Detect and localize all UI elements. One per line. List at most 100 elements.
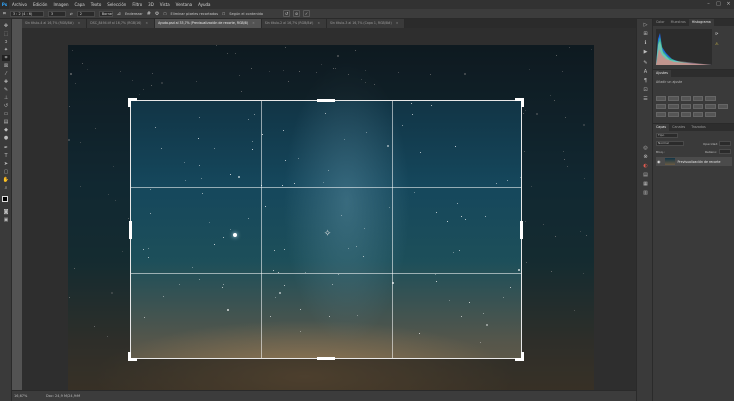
pen-icon[interactable]: ✒ xyxy=(2,145,10,151)
height-field[interactable]: 2 xyxy=(76,10,95,17)
libraries-icon[interactable]: ☰ xyxy=(641,95,650,103)
lasso-icon[interactable]: ↄ xyxy=(2,39,10,45)
invert-icon[interactable] xyxy=(656,112,667,117)
menu-imagen[interactable]: Imagen xyxy=(50,0,71,9)
magic-wand-icon[interactable]: ✦ xyxy=(2,47,10,53)
commit-icon[interactable]: ✓ xyxy=(303,10,310,17)
zoom-icon[interactable]: ⌕ xyxy=(2,185,10,191)
path-select-icon[interactable]: ➤ xyxy=(2,161,10,167)
crop-handle-top-right[interactable] xyxy=(515,98,524,107)
tab-capas[interactable]: Capas xyxy=(653,124,670,131)
reset-icon[interactable]: ↺ xyxy=(283,10,290,17)
close-window-button[interactable]: × xyxy=(724,0,733,9)
hand-icon[interactable]: ✋ xyxy=(2,177,10,183)
menu-capa[interactable]: Capa xyxy=(72,0,88,9)
menu-texto[interactable]: Texto xyxy=(88,0,105,9)
tab-canales[interactable]: Canales xyxy=(669,124,688,131)
rectangle-icon[interactable]: ▢ xyxy=(2,169,10,175)
document-canvas[interactable]: ✧ xyxy=(68,45,594,394)
crop-handle-bottom-right[interactable] xyxy=(515,352,524,361)
crop-icon[interactable]: ⌗ xyxy=(3,11,6,17)
stamp-icon[interactable]: ⊥ xyxy=(2,95,10,101)
adjustments-icon[interactable]: ◐ xyxy=(641,162,650,170)
zoom-level[interactable]: 16,67% xyxy=(14,394,27,398)
grid-overlay-icon[interactable]: # xyxy=(147,11,151,17)
crop-handle-bottom-left[interactable] xyxy=(128,352,137,361)
character-icon[interactable]: A xyxy=(641,68,650,76)
tab-dsc-8494[interactable]: DSC_8494.tif al 16,7% (RGB/16) × xyxy=(87,19,156,28)
photo-filter-icon[interactable] xyxy=(692,104,704,109)
black-white-icon[interactable] xyxy=(680,104,691,109)
gear-icon[interactable]: ⚙ xyxy=(155,11,159,17)
vibrance-icon[interactable] xyxy=(705,96,716,101)
chevron-right-icon[interactable]: › xyxy=(76,393,78,398)
tab-sin-titulo-3[interactable]: Sin título-3 al 16,7% (Capa 1, RGB/8#) × xyxy=(326,19,406,28)
menu-archivo[interactable]: Archivo xyxy=(9,0,30,9)
close-tab-icon[interactable]: × xyxy=(252,21,255,25)
brush-settings-icon[interactable]: ✎ xyxy=(641,59,650,67)
channel-mixer-icon[interactable] xyxy=(705,104,716,109)
marquee-icon[interactable]: ⬚ xyxy=(2,31,10,37)
layer-filter-select[interactable]: Tipo xyxy=(656,133,678,138)
fill-field[interactable] xyxy=(719,149,731,154)
dodge-icon[interactable]: ● xyxy=(2,135,10,141)
paths-icon[interactable]: ⊗ xyxy=(641,153,650,161)
paragraph-icon[interactable]: ¶ xyxy=(641,77,650,85)
tab-histograma[interactable]: Histograma xyxy=(688,19,714,26)
blur-icon[interactable]: ◆ xyxy=(2,127,10,133)
glyphs-icon[interactable]: ⊡ xyxy=(641,86,650,94)
content-aware-checkbox[interactable]: ☐ xyxy=(222,12,225,16)
gradient-icon[interactable]: ▤ xyxy=(2,119,10,125)
healing-icon[interactable]: ✚ xyxy=(2,79,10,85)
tab-ayuda-psd[interactable]: Ayuda.psd al 33,7% (Previsualización de … xyxy=(155,19,262,28)
layer-row[interactable]: ◉ Previsualización de recorte xyxy=(656,157,732,166)
selective-color-icon[interactable] xyxy=(705,112,716,117)
actions-icon[interactable]: ▶ xyxy=(641,48,650,56)
properties-icon[interactable]: ⊞ xyxy=(641,30,650,38)
threshold-icon[interactable] xyxy=(680,112,691,117)
crop-handle-top-left[interactable] xyxy=(128,98,137,107)
menu-seleccion[interactable]: Selección xyxy=(104,0,129,9)
refresh-icon[interactable]: ⟳ xyxy=(715,31,718,36)
color-lookup-icon[interactable] xyxy=(717,104,728,109)
tab-sin-titulo-2[interactable]: Sin título-2 al 16,7% (RGB/8#) × xyxy=(261,19,327,28)
type-icon[interactable]: T xyxy=(2,153,10,159)
menu-3d[interactable]: 3D xyxy=(145,0,157,9)
crop-box[interactable]: ✧ xyxy=(128,98,524,361)
opacity-field[interactable] xyxy=(719,141,731,146)
foreground-color-swatch[interactable] xyxy=(2,196,8,202)
canvas-area[interactable]: ✧ xyxy=(22,28,636,394)
crop-handle-left[interactable] xyxy=(129,221,132,239)
gradients-icon[interactable]: ▥ xyxy=(641,189,650,197)
menu-ventana[interactable]: Ventana xyxy=(173,0,195,9)
hue-saturation-icon[interactable] xyxy=(656,104,667,109)
eyedropper-icon[interactable]: ⁄ xyxy=(2,71,10,77)
levels-icon[interactable] xyxy=(668,96,679,101)
curves-icon[interactable] xyxy=(680,96,691,101)
clear-button[interactable]: Borrar xyxy=(98,10,113,17)
history-brush-icon[interactable]: ↺ xyxy=(2,103,10,109)
color-balance-icon[interactable] xyxy=(668,104,679,109)
frame-icon[interactable]: ⊠ xyxy=(2,63,10,69)
brightness-icon[interactable] xyxy=(656,96,667,101)
blend-mode-select[interactable]: Normal xyxy=(656,141,684,146)
posterize-icon[interactable] xyxy=(668,112,679,117)
close-tab-icon[interactable]: × xyxy=(78,21,81,25)
crop-handle-top[interactable] xyxy=(317,99,335,102)
menu-ayuda[interactable]: Ayuda xyxy=(195,0,213,9)
eraser-icon[interactable]: ▭ xyxy=(2,111,10,117)
styles-icon[interactable]: ▤ xyxy=(641,171,650,179)
cancel-icon[interactable]: ⊘ xyxy=(293,10,300,17)
gradient-map-icon[interactable] xyxy=(692,112,704,117)
crop-handle-bottom[interactable] xyxy=(317,357,335,360)
close-tab-icon[interactable]: × xyxy=(145,21,148,25)
tab-trazados[interactable]: Trazados xyxy=(688,124,708,131)
maximize-button[interactable]: □ xyxy=(714,0,723,9)
crop-icon[interactable]: ⌗ xyxy=(2,55,10,61)
menu-filtro[interactable]: Filtro xyxy=(129,0,145,9)
menu-edicion[interactable]: Edición xyxy=(30,0,50,9)
history-icon[interactable]: ▷ xyxy=(641,21,650,29)
channels-icon[interactable]: ◎ xyxy=(641,144,650,152)
swap-icon[interactable]: ⇄ xyxy=(70,12,73,16)
quick-mask-icon[interactable]: ◙ xyxy=(2,209,10,215)
